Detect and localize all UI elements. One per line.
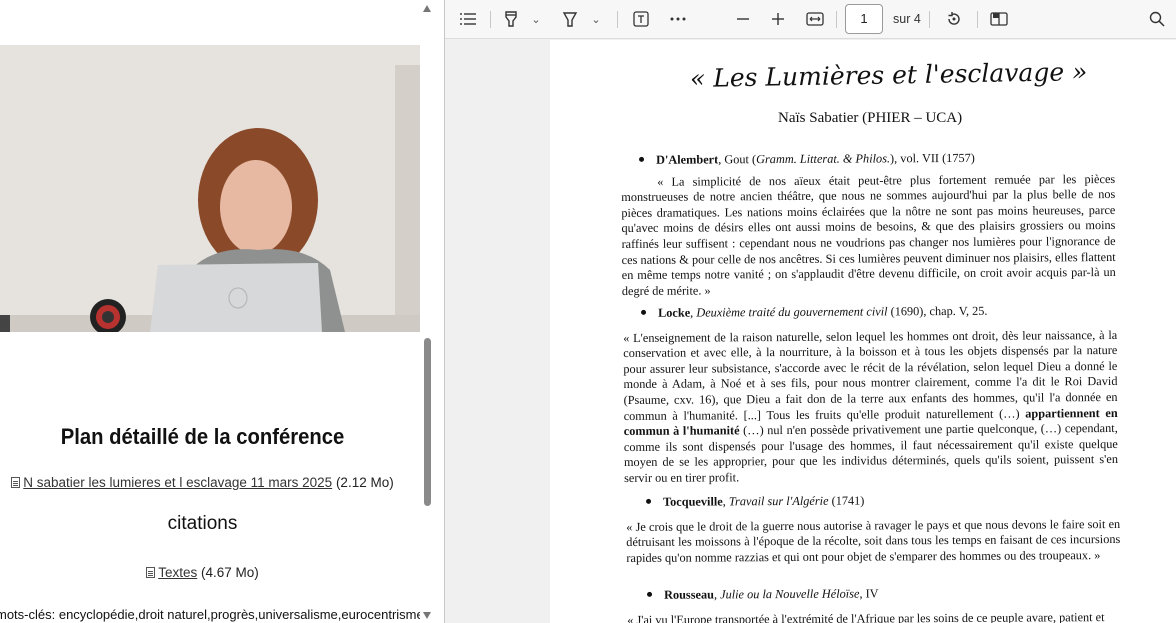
toolbar-divider: [490, 11, 491, 28]
quote-dalembert: « La simplicité de nos aïeux était peut-…: [621, 171, 1116, 298]
zoom-out-icon[interactable]: [733, 8, 753, 30]
quote-tocqueville: « Je crois que le droit de la guerre nou…: [626, 516, 1121, 565]
highlight-options-chevron-icon[interactable]: ⌄: [591, 8, 601, 30]
speaker-video-frame: [0, 45, 420, 332]
bullet-icon: [641, 309, 647, 315]
plan-title: Plan détaillé de la conférence: [60, 424, 345, 449]
text-icon[interactable]: [631, 8, 651, 30]
draw-options-chevron-icon[interactable]: ⌄: [531, 8, 541, 30]
section-locke: Locke, Deuxième traité du gouvernement c…: [623, 303, 1118, 485]
pdf-page: « Les Lumières et l'esclavage » Naïs Sab…: [550, 40, 1176, 623]
toolbar-divider: [929, 11, 930, 28]
quote-locke: « L'enseignement de la raison naturelle,…: [623, 327, 1118, 485]
toolbar-divider: [617, 11, 618, 28]
two-page-icon[interactable]: [989, 8, 1009, 30]
document-title: « Les Lumières et l'esclavage »: [689, 57, 1088, 93]
author-name: D'Alembert: [655, 152, 719, 167]
author-name: Tocqueville: [662, 494, 723, 509]
pdf-file-icon: [11, 477, 21, 488]
pdf-toolbar: ⌄ ⌄ 1 sur 4: [445, 0, 1176, 39]
toolbar-divider: [977, 11, 978, 28]
texts-file-size: (4.67 Mo): [201, 565, 259, 580]
left-pane: Plan détaillé de la conférence N sabatie…: [0, 0, 420, 623]
file-line-plan: N sabatier les lumieres et l esclavage 1…: [0, 475, 405, 490]
quote-rousseau: « J'ai vu l'Europe transportée à l'extré…: [627, 609, 1105, 623]
section-tocqueville: Tocqueville, Travail sur l'Algérie (1741…: [626, 493, 1121, 565]
pdf-viewer: ⌄ ⌄ 1 sur 4 « Les Lumières et l'esclavag…: [444, 0, 1176, 623]
toolbar-divider: [836, 11, 837, 28]
left-scrollbar[interactable]: [420, 0, 435, 623]
bullet-icon: [639, 156, 645, 162]
texts-download-link[interactable]: Textes: [158, 565, 197, 580]
contents-icon[interactable]: [457, 8, 479, 30]
plan-download-link[interactable]: N sabatier les lumieres et l esclavage 1…: [23, 475, 332, 490]
rotate-icon[interactable]: [944, 8, 964, 30]
page-total: sur 4: [893, 12, 921, 26]
citations-heading: citations: [167, 513, 238, 534]
pdf-file-icon: [146, 567, 156, 578]
section-rousseau: Rousseau, Julie ou la Nouvelle Héloïse, …: [627, 585, 1121, 623]
zoom-in-icon[interactable]: [768, 8, 788, 30]
author-name: Locke: [657, 305, 691, 320]
bullet-icon: [647, 591, 653, 597]
scroll-thumb[interactable]: [424, 338, 431, 506]
bullet-icon: [646, 498, 652, 504]
keywords: mots-clés: encyclopédie,droit naturel,pr…: [0, 607, 420, 622]
draw-icon[interactable]: [501, 8, 521, 30]
highlight-icon[interactable]: [560, 8, 580, 30]
scroll-down-arrow-icon[interactable]: [423, 612, 431, 619]
plan-file-size: (2.12 Mo): [335, 475, 394, 490]
file-line-texts: Textes (4.67 Mo): [0, 565, 405, 580]
document-author: Naïs Sabatier (PHIER – UCA): [778, 110, 963, 126]
search-icon[interactable]: [1147, 8, 1167, 30]
fit-width-icon[interactable]: [805, 8, 825, 30]
page-number-input[interactable]: 1: [845, 4, 883, 34]
more-icon[interactable]: [667, 8, 689, 30]
author-name: Rousseau: [663, 587, 714, 602]
video-player[interactable]: [0, 45, 420, 332]
scroll-up-arrow-icon[interactable]: [423, 5, 431, 12]
section-dalembert: D'Alembert, Gout (Gramm. Litterat. & Phi…: [621, 150, 1116, 298]
